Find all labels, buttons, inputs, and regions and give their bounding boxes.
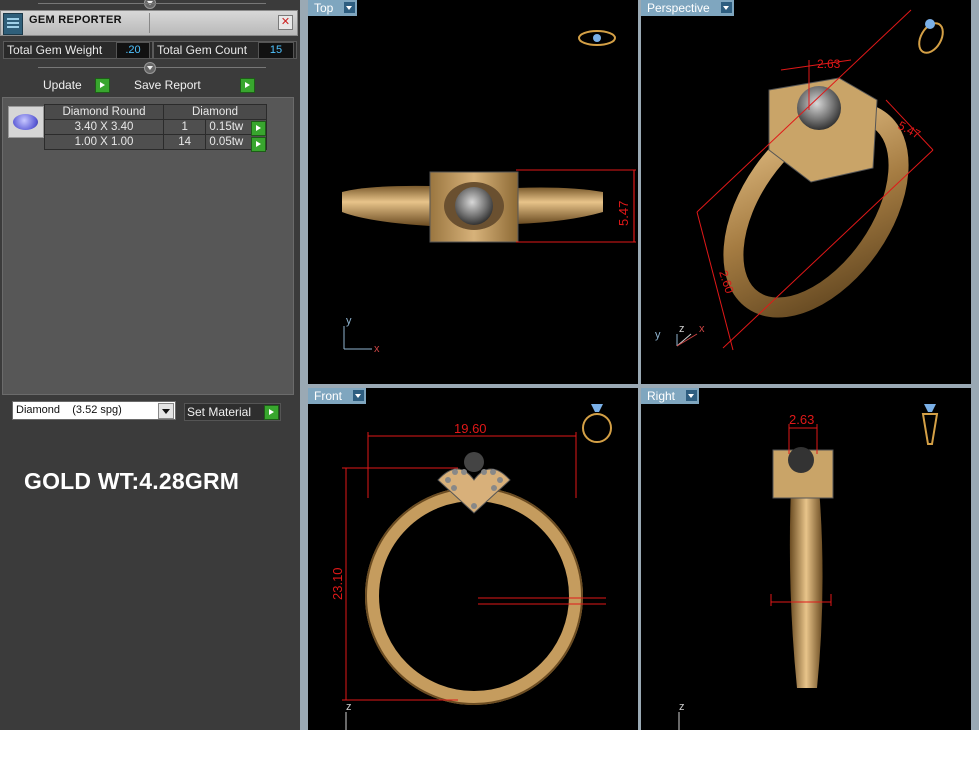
viewport-right[interactable]: 2.63 z Right <box>641 388 971 730</box>
front-view-ring-icon <box>582 404 612 443</box>
axis-x-label: x <box>699 323 705 335</box>
ring-shank <box>516 187 603 224</box>
viewport-top[interactable]: 5.47 y x Top <box>308 0 638 384</box>
save-report-button[interactable]: Save Report <box>132 77 258 93</box>
gem-type-header: Diamond <box>163 104 267 120</box>
chevron-down-icon[interactable] <box>353 390 365 401</box>
dimension-label: 23.10 <box>330 567 345 600</box>
gem-reporter-icon <box>3 13 23 35</box>
play-icon <box>240 78 255 93</box>
divider <box>38 3 266 4</box>
gem-count: 1 <box>162 119 207 135</box>
viewport-perspective[interactable]: 2.63 5.47 2.60 y z x Perspective <box>641 0 971 384</box>
dimension-label: 2.63 <box>789 412 814 427</box>
axis-gizmo: y x <box>343 315 380 355</box>
axis-x-label: x <box>374 343 380 355</box>
chevron-down-icon[interactable] <box>720 2 732 13</box>
play-icon <box>95 78 110 93</box>
update-button[interactable]: Update <box>41 77 111 93</box>
set-material-label: Set Material <box>187 405 252 419</box>
axis-z-label: z <box>679 701 685 713</box>
row-go-button[interactable] <box>251 137 266 152</box>
tab-label: Perspective <box>647 1 710 15</box>
gem-table: Diamond Round Diamond 3.40 X 3.40 1 0.15… <box>44 104 267 150</box>
close-button[interactable]: ✕ <box>278 15 293 30</box>
title-separator <box>149 13 150 33</box>
ring-shank <box>789 488 823 688</box>
tab-front[interactable]: Front <box>308 388 367 404</box>
top-view-canvas: 5.47 y x <box>342 30 636 355</box>
viewport-right-edge <box>971 0 979 730</box>
set-material-button[interactable]: Set Material <box>184 403 281 421</box>
gem-size: 3.40 X 3.40 <box>44 119 164 135</box>
center-stone <box>797 86 841 130</box>
axis-gizmo: z <box>345 701 352 730</box>
gem-size: 1.00 X 1.00 <box>44 134 164 150</box>
right-view-ring-icon <box>921 404 939 445</box>
axis-gizmo: y z x <box>655 323 705 347</box>
perspective-ring-icon <box>918 19 944 54</box>
dimension-label: 5.47 <box>616 201 631 226</box>
round-gem-icon[interactable] <box>8 106 44 138</box>
tab-label: Right <box>647 389 676 403</box>
axis-gizmo: z <box>678 701 685 730</box>
tab-top[interactable]: Top <box>308 0 358 16</box>
gem-table-header: Diamond Round Diamond <box>44 104 267 120</box>
chevron-down-icon[interactable] <box>686 390 698 401</box>
material-select[interactable]: Diamond (3.52 spg) <box>12 401 176 420</box>
ring-shank <box>365 487 583 705</box>
tab-perspective[interactable]: Perspective <box>641 0 734 16</box>
axis-z-label: z <box>346 701 352 713</box>
chevron-down-icon[interactable] <box>158 403 174 419</box>
dimension-label: 19.60 <box>454 421 487 436</box>
center-stone <box>455 187 493 225</box>
axis-y-label: y <box>655 329 661 341</box>
viewport-splitter[interactable] <box>300 0 308 730</box>
table-row[interactable]: 1.00 X 1.00 14 0.05tw <box>44 134 267 150</box>
axis-y-label: y <box>346 315 352 327</box>
save-report-label: Save Report <box>134 78 201 92</box>
dimension-label: 2.63 <box>817 57 841 71</box>
panel-title: GEM REPORTER <box>29 14 122 26</box>
gem-reporter-panel: GEM REPORTER ✕ Total Gem Weight .20 Tota… <box>0 0 300 730</box>
play-icon <box>264 405 279 420</box>
ring-shank <box>342 185 430 226</box>
collapse-top-icon[interactable] <box>144 0 156 9</box>
row-go-button[interactable] <box>251 121 266 136</box>
front-view-canvas: 19.60 23.10 z <box>330 404 612 730</box>
total-gem-weight-value[interactable]: .20 <box>116 42 150 59</box>
right-view-canvas: 2.63 z <box>678 404 939 730</box>
gold-weight-text: GOLD WT:4.28GRM <box>24 468 240 494</box>
top-view-ring-icon <box>578 30 616 46</box>
axis-z-label: z <box>679 323 685 335</box>
tab-label: Top <box>314 1 334 15</box>
chevron-down-icon[interactable] <box>344 2 356 13</box>
perspective-view-canvas: 2.63 5.47 2.60 y z x <box>655 9 944 351</box>
collapse-mid-icon[interactable] <box>144 62 156 74</box>
panel-titlebar[interactable]: GEM REPORTER ✕ <box>0 10 298 36</box>
tab-right[interactable]: Right <box>641 388 700 404</box>
update-label: Update <box>43 78 82 92</box>
material-select-value: Diamond (3.52 spg) <box>16 404 122 416</box>
gem-count: 14 <box>162 134 207 150</box>
tab-label: Front <box>314 389 343 403</box>
table-row[interactable]: 3.40 X 3.40 1 0.15tw <box>44 119 267 135</box>
total-gem-count-value[interactable]: 15 <box>258 42 294 59</box>
gem-shape-header: Diamond Round <box>44 104 164 120</box>
viewport-front[interactable]: 19.60 23.10 z Front <box>308 388 638 730</box>
